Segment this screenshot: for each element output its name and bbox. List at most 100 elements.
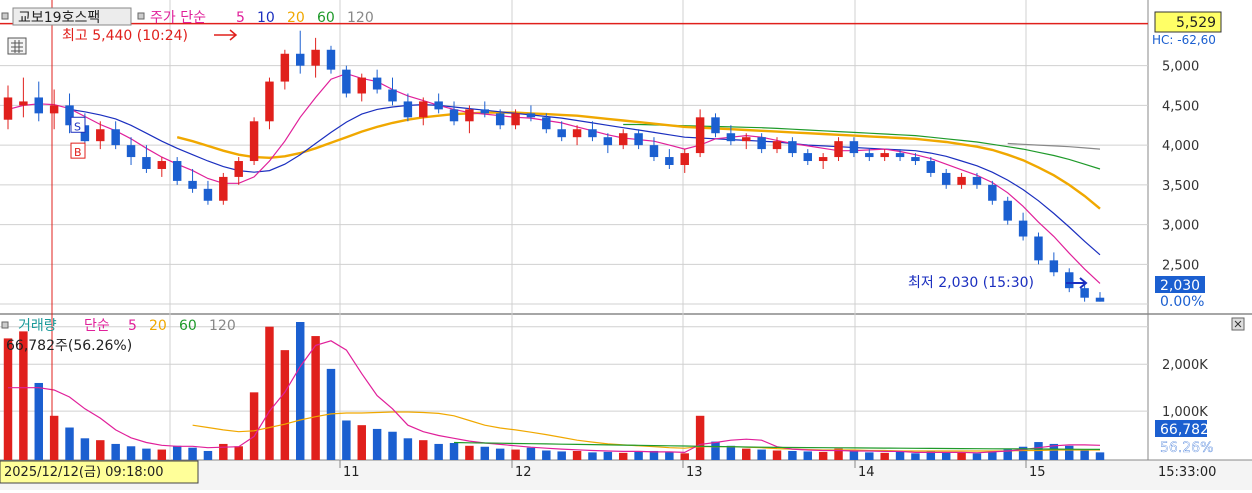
volume-bar <box>372 428 382 460</box>
price-tick-label: 3,500 <box>1162 179 1199 194</box>
high-annotation: 최고 5,440 (10:24) <box>62 28 188 44</box>
volume-bar <box>142 448 151 460</box>
candle-body <box>711 117 720 134</box>
page-background <box>0 0 1252 490</box>
candle-body <box>788 141 797 154</box>
candle-body <box>419 101 428 118</box>
candle-body <box>557 129 566 138</box>
candle-body <box>49 105 59 114</box>
candle-body <box>665 157 674 165</box>
candle-body <box>172 161 182 181</box>
candle-body <box>3 97 13 120</box>
volume-bar <box>742 448 751 460</box>
x-time-label: 15:33:00 <box>1158 465 1216 480</box>
volume-bar <box>572 450 582 460</box>
volume-ma-period: 120 <box>209 318 236 334</box>
stock-name: 교보19호스팩 <box>18 10 100 26</box>
volume-summary: 66,782주(56.26%) <box>6 338 132 354</box>
candle-body <box>311 49 320 66</box>
candle-body <box>988 184 997 201</box>
x-day-label: 13 <box>686 465 703 480</box>
candle-body <box>434 101 443 110</box>
candle-body <box>280 53 290 82</box>
candle-body <box>1034 236 1043 261</box>
price-ma-period: 60 <box>317 10 335 26</box>
candle-body <box>1095 297 1105 302</box>
x-day-label: 15 <box>1029 465 1046 480</box>
candle-body <box>1065 272 1074 289</box>
volume-bar <box>818 451 828 460</box>
candle-body <box>757 137 766 150</box>
volume-bar <box>757 449 766 460</box>
volume-bar <box>911 453 920 460</box>
candle-body <box>480 109 490 114</box>
candle-body <box>157 161 167 169</box>
candle-body <box>588 129 597 138</box>
price-ma-period: 5 <box>236 10 245 26</box>
volume-bar <box>111 443 120 460</box>
volume-bar <box>603 451 613 460</box>
candle-body <box>372 77 382 90</box>
candle-body <box>772 141 782 150</box>
candle-body <box>1003 200 1012 221</box>
volume-ma-period: 60 <box>179 318 197 334</box>
candle-body <box>265 81 274 122</box>
x-day-label: 12 <box>515 465 532 480</box>
price-tick-label: 2,500 <box>1162 258 1199 273</box>
price-ma-period: 120 <box>347 10 374 26</box>
candle-body <box>142 157 151 169</box>
volume-ma-period: 20 <box>149 318 167 334</box>
volume-bar <box>665 452 674 460</box>
price-ma-period: 10 <box>257 10 275 26</box>
volume-bar <box>265 326 274 460</box>
volume-bar <box>634 451 643 460</box>
volume-bar <box>495 448 505 460</box>
volume-bar <box>1080 449 1089 460</box>
candle-body <box>695 117 705 154</box>
candle-body <box>357 77 366 94</box>
volume-bar <box>234 446 243 460</box>
candle-body <box>388 89 397 102</box>
volume-bar <box>511 449 520 460</box>
volume-bar <box>680 453 689 460</box>
volume-bar <box>480 446 490 460</box>
volume-bar <box>542 450 551 460</box>
candle-body <box>495 113 505 126</box>
volume-bar <box>880 452 889 460</box>
candle-body <box>834 141 843 158</box>
volume-bar <box>280 350 290 460</box>
cursor-date-label: 2025/12/12(금) 09:18:00 <box>4 465 164 480</box>
candle-body <box>1080 288 1089 298</box>
candle-body <box>511 113 520 126</box>
volume-bar <box>126 446 136 460</box>
volume-bar <box>34 382 43 460</box>
candle-body <box>880 153 889 158</box>
x-day-label: 11 <box>343 465 360 480</box>
volume-bar <box>419 440 428 460</box>
volume-bar <box>526 447 536 460</box>
candle-body <box>465 109 474 122</box>
low-annotation: 최저 2,030 (15:30) <box>908 275 1034 291</box>
volume-bar <box>219 443 228 460</box>
candle-body <box>634 133 643 146</box>
candle-body <box>1049 260 1059 273</box>
grid-toggle-icon[interactable] <box>7 37 27 55</box>
volume-bar <box>157 449 167 460</box>
volume-bar <box>249 392 259 460</box>
volume-bar <box>726 445 736 460</box>
volume-bar <box>618 452 628 460</box>
price-ma-period: 20 <box>287 10 305 26</box>
volume-bar <box>311 336 320 460</box>
volume-bar <box>788 450 797 460</box>
volume-bar <box>449 442 459 460</box>
candle-body <box>803 153 813 162</box>
last-price-value: 2,030 <box>1160 278 1200 294</box>
candle-body <box>449 109 459 122</box>
price-ma-label: 주가 단순 <box>150 10 206 26</box>
chart-root: 5,000 4,500 4,000 3,500 3,000 2,500 2,000K 1,00… <box>0 0 1252 493</box>
volume-bar <box>434 443 443 460</box>
volume-bar <box>188 447 197 460</box>
candle-body <box>126 145 136 158</box>
candle-body <box>403 101 413 118</box>
volume-bar <box>557 451 566 460</box>
